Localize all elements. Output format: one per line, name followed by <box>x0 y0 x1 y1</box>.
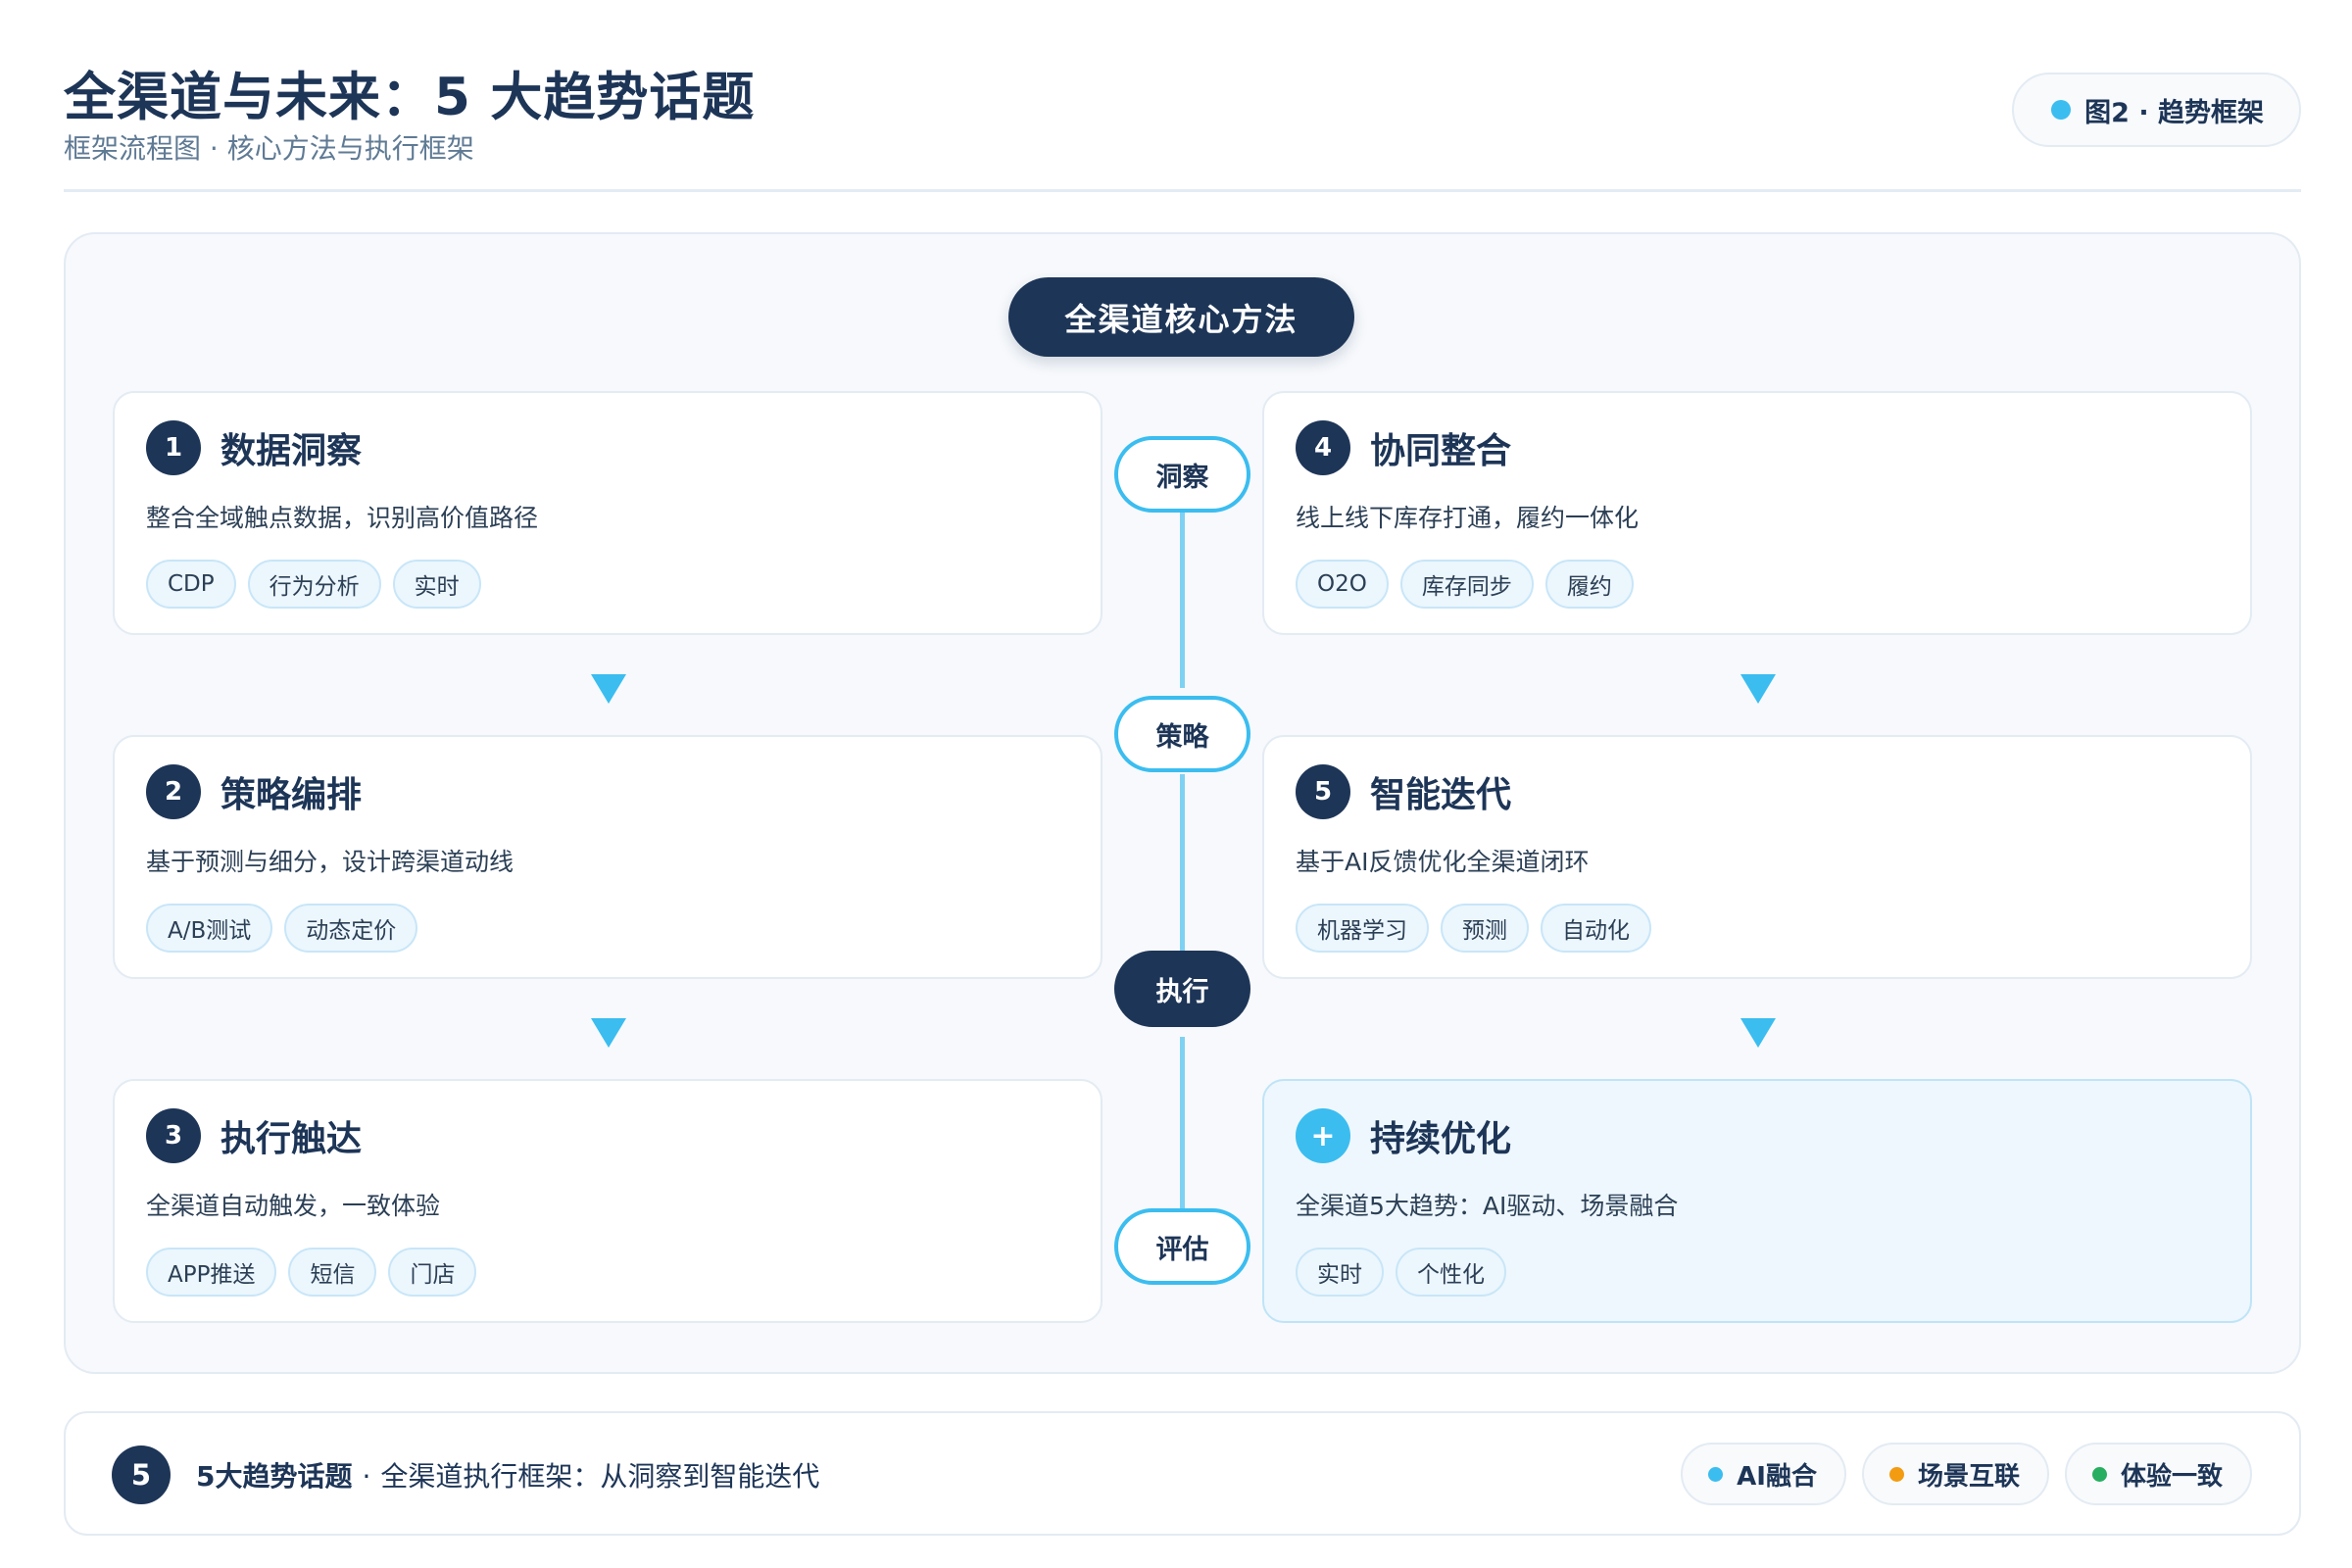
step-title: 协同整合 <box>1370 431 1512 471</box>
legend: AI融合 场景互联 体验一致 <box>1681 1443 2252 1505</box>
footer-separator: · <box>362 1460 371 1493</box>
down-arrow-icon <box>1740 1018 1776 1048</box>
down-arrow-icon <box>591 674 626 704</box>
timeline-connector <box>1180 774 1185 951</box>
tag: 动态定价 <box>284 904 418 953</box>
tag: 短信 <box>288 1248 377 1297</box>
core-method-label: 全渠道核心方法 <box>1008 277 1354 357</box>
tag-list: A/B测试 动态定价 <box>146 904 418 953</box>
legend-label: AI融合 <box>1737 1461 1817 1492</box>
tag: 自动化 <box>1541 904 1651 953</box>
tag-list: 机器学习 预测 自动化 <box>1296 904 1651 953</box>
tag-list: 实时 个性化 <box>1296 1248 1506 1297</box>
legend-item-experience: 体验一致 <box>2064 1443 2252 1505</box>
footer-title: 5大趋势话题 <box>196 1460 353 1493</box>
legend-dot-icon <box>1708 1466 1724 1482</box>
step-description: 全渠道自动触发，一致体验 <box>146 1192 441 1220</box>
page-header: 全渠道与未来：5 大趋势话题 框架流程图 · 核心方法与执行框架 图2 · 趋势… <box>64 51 2301 192</box>
tag: 个性化 <box>1396 1248 1506 1297</box>
step-title: 智能迭代 <box>1370 775 1512 815</box>
timeline-connector <box>1180 1037 1185 1213</box>
stage-node-execution: 执行 <box>1114 951 1250 1027</box>
tag: O2O <box>1296 560 1389 609</box>
legend-dot-icon <box>1888 1466 1904 1482</box>
down-arrow-icon <box>1740 674 1776 704</box>
figure-badge-label: 图2 · 趋势框架 <box>2084 97 2264 128</box>
tag: APP推送 <box>146 1248 277 1297</box>
stage-node-strategy: 策略 <box>1114 696 1250 772</box>
footer-bar: 5 5大趋势话题 · 全渠道执行框架：从洞察到智能迭代 AI融合 场景互联 体验一致 <box>64 1411 2301 1536</box>
badge-dot-icon <box>2051 100 2072 120</box>
step-title: 策略编排 <box>220 775 363 815</box>
tag: 行为分析 <box>247 560 381 609</box>
legend-item-ai: AI融合 <box>1681 1443 1846 1505</box>
down-arrow-icon <box>591 1018 626 1048</box>
tag: 履约 <box>1544 560 1634 609</box>
tag: 预测 <box>1441 904 1529 953</box>
step-card-data-insight: 1 数据洞察 整合全域触点数据，识别高价值路径 CDP 行为分析 实时 <box>113 391 1102 635</box>
page-title: 全渠道与未来：5 大趋势话题 <box>64 68 756 127</box>
step-title: 执行触达 <box>220 1119 363 1159</box>
step-description: 线上线下库存打通，履约一体化 <box>1296 504 1640 532</box>
tag: 实时 <box>392 560 481 609</box>
legend-label: 体验一致 <box>2120 1461 2223 1492</box>
tag: 机器学习 <box>1296 904 1429 953</box>
tag: 门店 <box>388 1248 477 1297</box>
footer-description: 全渠道执行框架：从洞察到智能迭代 <box>380 1460 820 1493</box>
step-description: 全渠道5大趋势：AI驱动、场景融合 <box>1296 1192 1679 1220</box>
step-description: 基于预测与细分，设计跨渠道动线 <box>146 848 514 876</box>
tag: A/B测试 <box>146 904 273 953</box>
stage-node-evaluation: 评估 <box>1114 1208 1250 1285</box>
step-card-execution: 3 执行触达 全渠道自动触发，一致体验 APP推送 短信 门店 <box>113 1079 1102 1323</box>
tag-list: O2O 库存同步 履约 <box>1296 560 1634 609</box>
timeline-connector <box>1180 512 1185 688</box>
step-title: 数据洞察 <box>220 431 363 471</box>
step-description: 基于AI反馈优化全渠道闭环 <box>1296 848 1590 876</box>
tag: 库存同步 <box>1399 560 1534 609</box>
step-card-iteration: 5 智能迭代 基于AI反馈优化全渠道闭环 机器学习 预测 自动化 <box>1262 735 2252 979</box>
tag: CDP <box>146 560 236 609</box>
footer-number: 5 <box>112 1446 171 1504</box>
plus-icon: + <box>1296 1108 1350 1163</box>
step-card-continuous-optimization: + 持续优化 全渠道5大趋势：AI驱动、场景融合 实时 个性化 <box>1262 1079 2252 1323</box>
legend-dot-icon <box>2091 1466 2107 1482</box>
page-subtitle: 框架流程图 · 核心方法与执行框架 <box>64 132 474 165</box>
stage-node-insight: 洞察 <box>1114 436 1250 513</box>
step-number: 4 <box>1296 420 1350 475</box>
step-number: 1 <box>146 420 201 475</box>
step-description: 整合全域触点数据，识别高价值路径 <box>146 504 539 532</box>
tag: 实时 <box>1296 1248 1384 1297</box>
step-number: 3 <box>146 1108 201 1163</box>
step-card-strategy: 2 策略编排 基于预测与细分，设计跨渠道动线 A/B测试 动态定价 <box>113 735 1102 979</box>
legend-label: 场景互联 <box>1917 1461 2020 1492</box>
step-title: 持续优化 <box>1370 1119 1512 1159</box>
tag-list: APP推送 短信 门店 <box>146 1248 477 1297</box>
footer-caption: 5大趋势话题 · 全渠道执行框架：从洞察到智能迭代 <box>196 1455 819 1494</box>
figure-badge: 图2 · 趋势框架 <box>2012 73 2301 147</box>
step-card-integration: 4 协同整合 线上线下库存打通，履约一体化 O2O 库存同步 履约 <box>1262 391 2252 635</box>
step-number: 2 <box>146 764 201 819</box>
legend-item-scenario: 场景互联 <box>1861 1443 2049 1505</box>
tag-list: CDP 行为分析 实时 <box>146 560 481 609</box>
step-number: 5 <box>1296 764 1350 819</box>
